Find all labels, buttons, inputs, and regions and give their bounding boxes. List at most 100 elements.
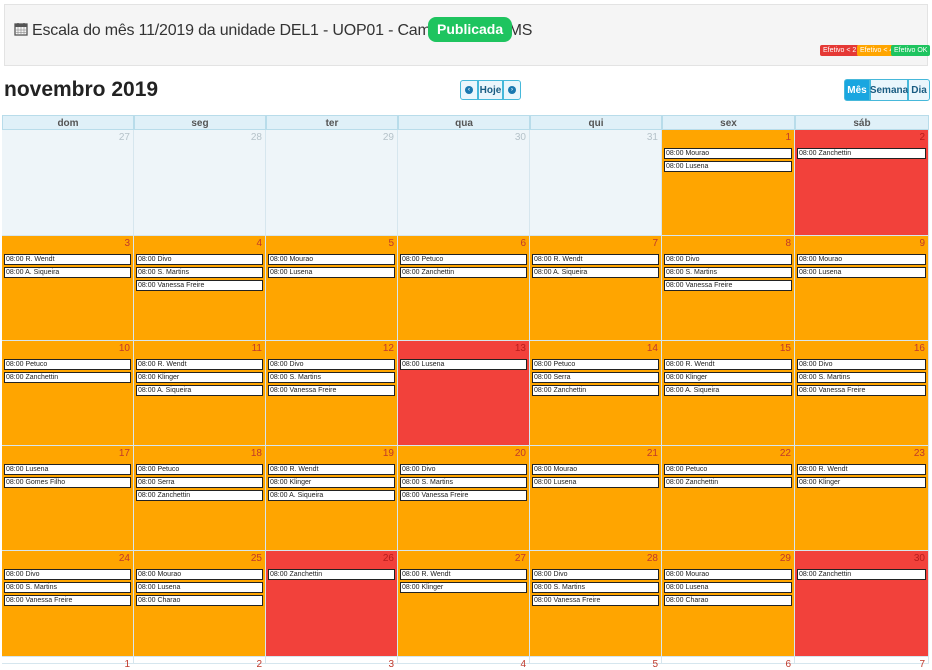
shift-event[interactable]: 08:00 Divo bbox=[268, 359, 395, 370]
shift-event[interactable]: 08:00 Lusena bbox=[664, 161, 792, 172]
shift-event[interactable]: 08:00 Vanessa Freire bbox=[136, 280, 263, 291]
shift-event[interactable]: 08:00 R. Wendt bbox=[664, 359, 792, 370]
view-week-button[interactable]: Semana bbox=[870, 79, 908, 101]
calendar-day-cell[interactable]: 25 08:00 Mourao 08:00 Lusena 08:00 Charao bbox=[134, 551, 266, 657]
shift-event[interactable]: 08:00 Divo bbox=[664, 254, 792, 265]
shift-event[interactable]: 08:00 Divo bbox=[532, 569, 659, 580]
shift-event[interactable]: 08:00 Serra bbox=[532, 372, 659, 383]
view-month-button[interactable]: Mês bbox=[844, 79, 870, 101]
shift-event[interactable]: 08:00 Zanchettin bbox=[532, 385, 659, 396]
calendar-day-cell[interactable]: 5 08:00 Mourao 08:00 Lusena bbox=[266, 236, 398, 341]
calendar-day-cell[interactable]: 5 bbox=[530, 657, 662, 670]
shift-event[interactable]: 08:00 R. Wendt bbox=[4, 254, 131, 265]
shift-event[interactable]: 08:00 Divo bbox=[400, 464, 527, 475]
shift-event[interactable]: 08:00 Charao bbox=[664, 595, 792, 606]
shift-event[interactable]: 08:00 Klinger bbox=[664, 372, 792, 383]
shift-event[interactable]: 08:00 Divo bbox=[797, 359, 926, 370]
shift-event[interactable]: 08:00 S. Martins bbox=[400, 477, 527, 488]
calendar-day-cell[interactable]: 4 bbox=[398, 657, 530, 670]
calendar-day-cell[interactable]: 26 08:00 Zanchettin bbox=[266, 551, 398, 657]
shift-event[interactable]: 08:00 R. Wendt bbox=[136, 359, 263, 370]
shift-event[interactable]: 08:00 Petuco bbox=[136, 464, 263, 475]
calendar-day-cell[interactable]: 18 08:00 Petuco 08:00 Serra 08:00 Zanchetti… bbox=[134, 446, 266, 551]
prev-month-button[interactable]: ‹ bbox=[460, 80, 478, 100]
shift-event[interactable]: 08:00 Divo bbox=[136, 254, 263, 265]
shift-event[interactable]: 08:00 S. Martins bbox=[797, 372, 926, 383]
shift-event[interactable]: 08:00 A. Siqueira bbox=[532, 267, 659, 278]
calendar-day-cell[interactable]: 3 08:00 R. Wendt 08:00 A. Siqueira bbox=[2, 236, 134, 341]
calendar-day-cell[interactable]: 9 08:00 Mourao 08:00 Lusena bbox=[795, 236, 929, 341]
view-day-button[interactable]: Dia bbox=[908, 79, 930, 101]
calendar-day-cell[interactable]: 24 08:00 Divo 08:00 S. Martins 08:00 Vaness… bbox=[2, 551, 134, 657]
shift-event[interactable]: 08:00 Lusena bbox=[400, 359, 527, 370]
calendar-day-cell[interactable]: 17 08:00 Lusena 08:00 Gomes Filho bbox=[2, 446, 134, 551]
calendar-day-cell[interactable]: 2 08:00 Zanchettin bbox=[795, 130, 929, 236]
calendar-day-cell[interactable]: 19 08:00 R. Wendt 08:00 Klinger 08:00 A. Si… bbox=[266, 446, 398, 551]
today-button[interactable]: Hoje bbox=[478, 80, 503, 100]
shift-event[interactable]: 08:00 Gomes Filho bbox=[4, 477, 131, 488]
shift-event[interactable]: 08:00 Vanessa Freire bbox=[400, 490, 527, 501]
shift-event[interactable]: 08:00 Zanchettin bbox=[400, 267, 527, 278]
shift-event[interactable]: 08:00 Lusena bbox=[268, 267, 395, 278]
calendar-day-cell[interactable]: 21 08:00 Mourao 08:00 Lusena bbox=[530, 446, 662, 551]
calendar-day-cell[interactable]: 1 08:00 Mourao 08:00 Lusena bbox=[662, 130, 795, 236]
shift-event[interactable]: 08:00 Lusena bbox=[797, 267, 926, 278]
shift-event[interactable]: 08:00 Lusena bbox=[136, 582, 263, 593]
shift-event[interactable]: 08:00 Vanessa Freire bbox=[268, 385, 395, 396]
calendar-day-cell[interactable]: 30 08:00 Zanchettin bbox=[795, 551, 929, 657]
shift-event[interactable]: 08:00 Mourao bbox=[797, 254, 926, 265]
shift-event[interactable]: 08:00 R. Wendt bbox=[400, 569, 527, 580]
calendar-day-cell[interactable]: 8 08:00 Divo 08:00 S. Martins 08:00 Vanessa… bbox=[662, 236, 795, 341]
calendar-day-cell[interactable]: 28 bbox=[134, 130, 266, 236]
shift-event[interactable]: 08:00 Petuco bbox=[532, 359, 659, 370]
calendar-day-cell[interactable]: 27 bbox=[2, 130, 134, 236]
calendar-day-cell[interactable]: 2 bbox=[134, 657, 266, 670]
shift-event[interactable]: 08:00 Klinger bbox=[136, 372, 263, 383]
shift-event[interactable]: 08:00 Vanessa Freire bbox=[797, 385, 926, 396]
calendar-day-cell[interactable]: 7 08:00 R. Wendt 08:00 A. Siqueira bbox=[530, 236, 662, 341]
calendar-day-cell[interactable]: 23 08:00 R. Wendt 08:00 Klinger bbox=[795, 446, 929, 551]
shift-event[interactable]: 08:00 Lusena bbox=[532, 477, 659, 488]
shift-event[interactable]: 08:00 Zanchettin bbox=[4, 372, 131, 383]
shift-event[interactable]: 08:00 Petuco bbox=[4, 359, 131, 370]
calendar-day-cell[interactable]: 4 08:00 Divo 08:00 S. Martins 08:00 Vanessa… bbox=[134, 236, 266, 341]
shift-event[interactable]: 08:00 Klinger bbox=[797, 477, 926, 488]
calendar-day-cell[interactable]: 12 08:00 Divo 08:00 S. Martins 08:00 Vaness… bbox=[266, 341, 398, 446]
calendar-day-cell[interactable]: 15 08:00 R. Wendt 08:00 Klinger 08:00 A. Si… bbox=[662, 341, 795, 446]
calendar-day-cell[interactable]: 6 08:00 Petuco 08:00 Zanchettin bbox=[398, 236, 530, 341]
calendar-day-cell[interactable]: 20 08:00 Divo 08:00 S. Martins 08:00 Vaness… bbox=[398, 446, 530, 551]
shift-event[interactable]: 08:00 Klinger bbox=[400, 582, 527, 593]
calendar-day-cell[interactable]: 29 bbox=[266, 130, 398, 236]
calendar-day-cell[interactable]: 16 08:00 Divo 08:00 S. Martins 08:00 Vaness… bbox=[795, 341, 929, 446]
shift-event[interactable]: 08:00 S. Martins bbox=[664, 267, 792, 278]
shift-event[interactable]: 08:00 A. Siqueira bbox=[664, 385, 792, 396]
shift-event[interactable]: 08:00 Klinger bbox=[268, 477, 395, 488]
next-month-button[interactable]: › bbox=[503, 80, 521, 100]
shift-event[interactable]: 08:00 Mourao bbox=[268, 254, 395, 265]
shift-event[interactable]: 08:00 Mourao bbox=[664, 148, 792, 159]
shift-event[interactable]: 08:00 Petuco bbox=[400, 254, 527, 265]
calendar-day-cell[interactable]: 22 08:00 Petuco 08:00 Zanchettin bbox=[662, 446, 795, 551]
calendar-day-cell[interactable]: 13 08:00 Lusena bbox=[398, 341, 530, 446]
calendar-day-cell[interactable]: 30 bbox=[398, 130, 530, 236]
shift-event[interactable]: 08:00 S. Martins bbox=[532, 582, 659, 593]
shift-event[interactable]: 08:00 Mourao bbox=[136, 569, 263, 580]
shift-event[interactable]: 08:00 Zanchettin bbox=[797, 148, 926, 159]
shift-event[interactable]: 08:00 Charao bbox=[136, 595, 263, 606]
shift-event[interactable]: 08:00 Mourao bbox=[532, 464, 659, 475]
shift-event[interactable]: 08:00 Serra bbox=[136, 477, 263, 488]
calendar-day-cell[interactable]: 29 08:00 Mourao 08:00 Lusena 08:00 Charao bbox=[662, 551, 795, 657]
shift-event[interactable]: 08:00 R. Wendt bbox=[268, 464, 395, 475]
shift-event[interactable]: 08:00 Zanchettin bbox=[664, 477, 792, 488]
shift-event[interactable]: 08:00 S. Martins bbox=[268, 372, 395, 383]
calendar-day-cell[interactable]: 28 08:00 Divo 08:00 S. Martins 08:00 Vaness… bbox=[530, 551, 662, 657]
shift-event[interactable]: 08:00 Zanchettin bbox=[797, 569, 926, 580]
shift-event[interactable]: 08:00 Vanessa Freire bbox=[664, 280, 792, 291]
calendar-day-cell[interactable]: 14 08:00 Petuco 08:00 Serra 08:00 Zanchetti… bbox=[530, 341, 662, 446]
shift-event[interactable]: 08:00 Zanchettin bbox=[136, 490, 263, 501]
shift-event[interactable]: 08:00 Mourao bbox=[664, 569, 792, 580]
calendar-day-cell[interactable]: 1 bbox=[2, 657, 134, 670]
shift-event[interactable]: 08:00 S. Martins bbox=[4, 582, 131, 593]
shift-event[interactable]: 08:00 Petuco bbox=[664, 464, 792, 475]
calendar-day-cell[interactable]: 7 bbox=[795, 657, 929, 670]
